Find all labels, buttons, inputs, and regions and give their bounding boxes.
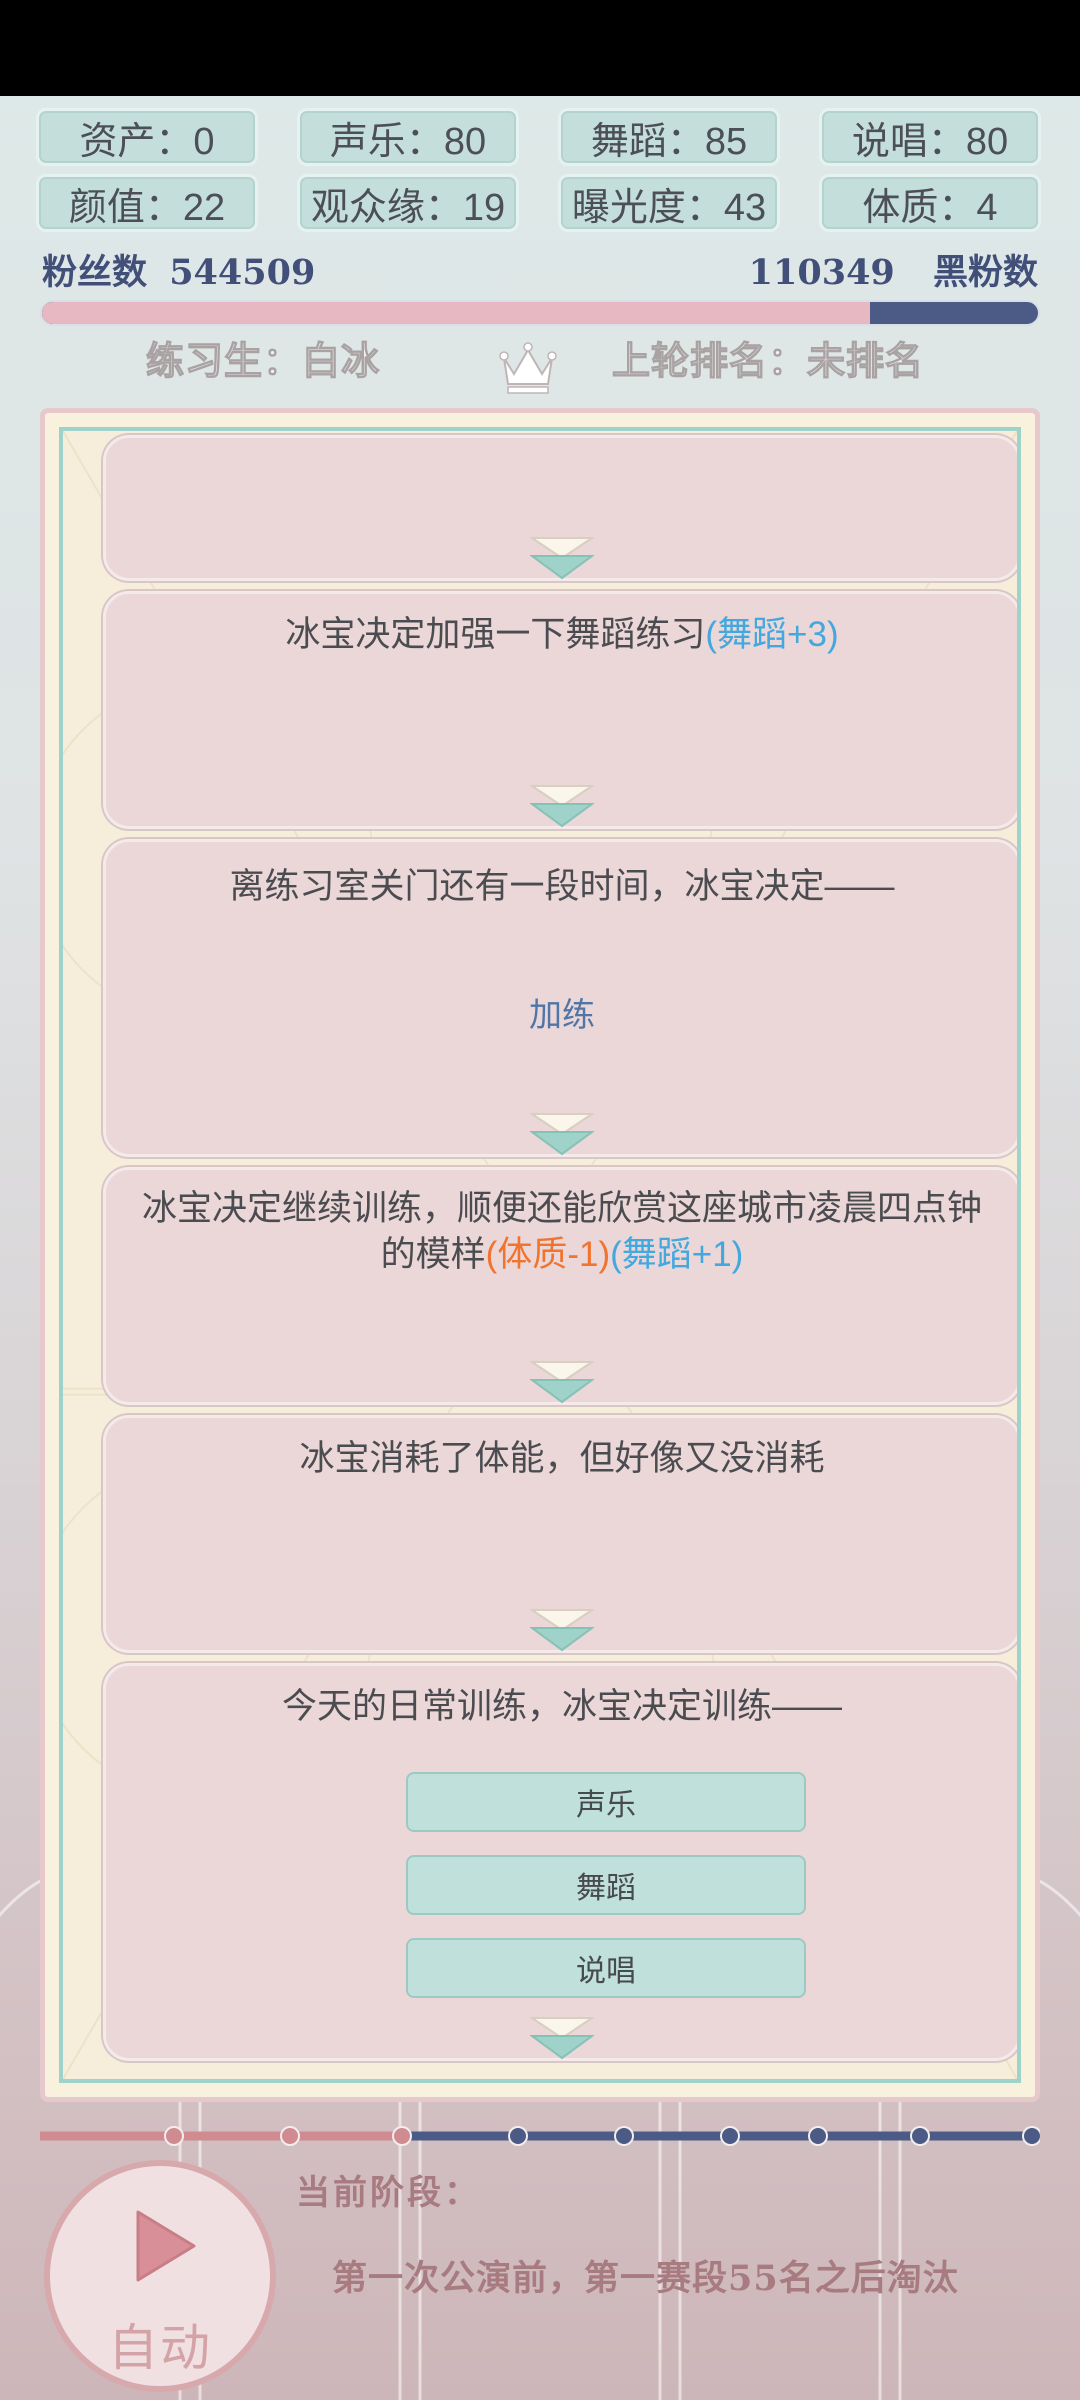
story-text: 今天的日常训练，冰宝决定训练—— (136, 1684, 988, 1730)
continue-arrow-icon (530, 1609, 594, 1652)
story-text: 离练习室关门还有一段时间，冰宝决定—— (136, 864, 988, 910)
stage-progress-track (40, 2126, 1040, 2146)
option-dance-button[interactable]: 舞蹈 (406, 1855, 806, 1915)
story-card[interactable]: 离练习室关门还有一段时间，冰宝决定—— 加练 (103, 839, 1017, 1157)
fans-label: 粉丝数 (42, 252, 148, 293)
stat-loss-text: (体质-1) (485, 1235, 611, 1274)
story-card[interactable]: 冰宝决定加强一下舞蹈练习(舞蹈+3) (103, 591, 1017, 829)
story-log-scroll[interactable]: 冰宝决定加强一下舞蹈练习(舞蹈+3) 离练习室关门还有一段时间，冰宝决定—— 加练冰… (59, 427, 1021, 2083)
story-card[interactable]: 冰宝消耗了体能，但好像又没消耗 (103, 1415, 1017, 1653)
stat-popularity: 观众缘：19 (297, 174, 519, 232)
story-card[interactable] (103, 435, 1017, 581)
progress-node (392, 2126, 412, 2146)
progress-node (508, 2126, 528, 2146)
story-text: 冰宝决定加强一下舞蹈练习(舞蹈+3) (136, 612, 988, 658)
story-card[interactable]: 冰宝决定继续训练，顺便还能欣赏这座城市凌晨四点钟的模样(体质-1)(舞蹈+1) (103, 1167, 1017, 1405)
auto-play-label: 自动 (108, 2319, 212, 2377)
stat-looks: 颜值：22 (36, 174, 258, 232)
crown-icon (499, 342, 557, 394)
story-card[interactable]: 今天的日常训练，冰宝决定训练—— 声乐舞蹈说唱 (103, 1663, 1017, 2061)
stat-rap: 说唱：80 (819, 108, 1041, 166)
continue-arrow-icon (530, 537, 594, 580)
fans-count: 粉丝数 544509 (42, 244, 315, 295)
status-bar (0, 0, 1080, 96)
stat-gain-text: (舞蹈+1) (610, 1235, 744, 1274)
auto-play-button[interactable]: 自动 (44, 2160, 276, 2392)
stat-exposure: 曝光度：43 (558, 174, 780, 232)
stat-stamina: 体质：4 (819, 174, 1041, 232)
stat-gain-text: (舞蹈+3) (705, 615, 839, 654)
progress-node (614, 2126, 634, 2146)
stat-vocal: 声乐：80 (297, 108, 519, 166)
continue-arrow-icon (530, 2017, 594, 2060)
anti-fans-label: 黑粉数 (932, 252, 1038, 293)
continue-arrow-icon (530, 1113, 594, 1156)
progress-node (280, 2126, 300, 2146)
selected-choice: 加练 (529, 995, 595, 1034)
continue-arrow-icon (530, 1361, 594, 1404)
fans-ratio-fill (42, 302, 870, 324)
progress-node (720, 2126, 740, 2146)
trainee-name: 练习生：白冰 (145, 338, 381, 383)
story-text-segment: 冰宝消耗了体能，但好像又没消耗 (299, 1439, 825, 1478)
play-icon (136, 2210, 196, 2282)
progress-node (910, 2126, 930, 2146)
last-rank: 上轮排名：未排名 (611, 338, 925, 383)
progress-node (1022, 2126, 1040, 2146)
anti-fans-value: 110349 (748, 252, 895, 293)
progress-node (164, 2126, 184, 2146)
current-phase-title: 当前阶段： (296, 2173, 481, 2213)
option-rap-button[interactable]: 说唱 (406, 1938, 806, 1998)
story-log-panel: 冰宝决定加强一下舞蹈练习(舞蹈+3) 离练习室关门还有一段时间，冰宝决定—— 加练冰… (40, 408, 1040, 2102)
story-text-segment: 离练习室关门还有一段时间，冰宝决定—— (229, 867, 895, 906)
story-text-segment: 今天的日常训练，冰宝决定训练—— (281, 1687, 842, 1726)
story-text: 冰宝决定继续训练，顺便还能欣赏这座城市凌晨四点钟的模样(体质-1)(舞蹈+1) (136, 1186, 988, 1278)
continue-arrow-icon (530, 785, 594, 828)
progress-node (808, 2126, 828, 2146)
fans-ratio-bar (40, 300, 1040, 326)
anti-fans-count: 110349 黑粉数 (749, 244, 1038, 295)
fans-value: 544509 (169, 252, 316, 293)
stat-dance: 舞蹈：85 (558, 108, 780, 166)
stat-assets: 资产：0 (36, 108, 258, 166)
story-text-segment: 冰宝决定加强一下舞蹈练习 (285, 615, 706, 654)
current-phase-text: 第一次公演前，第一赛段55名之后淘汰 (332, 2258, 959, 2299)
story-text: 冰宝消耗了体能，但好像又没消耗 (136, 1436, 988, 1482)
option-vocal-button[interactable]: 声乐 (406, 1772, 806, 1832)
